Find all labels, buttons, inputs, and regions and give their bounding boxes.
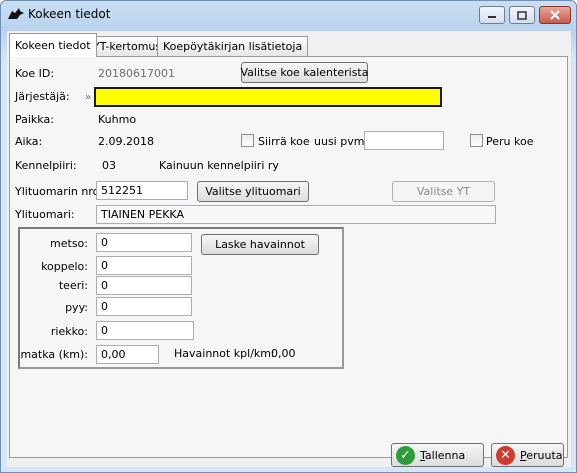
- tallenna-button[interactable]: ✓ Tallenna: [391, 443, 484, 467]
- minimize-icon: [488, 16, 496, 18]
- ylituomari-nro-label: Ylituomarin nro:: [15, 185, 104, 198]
- observations-group: metso: 0 Laske havainnot koppelo: 0 teer…: [18, 227, 344, 369]
- jarjestaja-field[interactable]: [94, 87, 442, 107]
- button-label: Valitse koe kalenterista: [240, 66, 369, 79]
- ylituomari-field[interactable]: TIAINEN PEKKA: [96, 205, 496, 224]
- title-bar[interactable]: Kokeen tiedot: [1, 1, 576, 29]
- minimize-button[interactable]: [479, 6, 505, 24]
- teeri-label: teeri:: [58, 279, 88, 292]
- valitse-koe-button[interactable]: Valitse koe kalenterista: [241, 62, 368, 83]
- button-label: Laske havainnot: [215, 238, 305, 251]
- dialog-client-area: Kokeen tiedot YT-kertomus Koepöytäkirjan…: [7, 31, 571, 467]
- peru-koe-checkbox[interactable]: [470, 134, 483, 147]
- kennelpiiri-label: Kennelpiiri:: [15, 159, 77, 172]
- matka-label: matka (km):: [20, 348, 88, 361]
- aika-value: 2.09.2018: [98, 135, 154, 148]
- close-icon: [550, 10, 560, 20]
- tab-koepoytakirjan-lisatietoja[interactable]: Koepöytäkirjan lisätietoja: [157, 36, 309, 56]
- ylituomari-label: Ylituomari:: [15, 208, 75, 221]
- riekko-label: riekko:: [50, 325, 88, 338]
- dog-icon: [8, 8, 24, 19]
- valitse-ylituomari-button[interactable]: Valitse ylituomari: [197, 181, 309, 202]
- tab-kokeen-tiedot[interactable]: Kokeen tiedot: [9, 33, 97, 57]
- metso-label: metso:: [50, 237, 88, 250]
- teeri-field[interactable]: 0: [96, 276, 192, 295]
- close-button[interactable]: [539, 6, 571, 24]
- dialog-window: Kokeen tiedot Kokeen tiedot YT-kertomus …: [0, 0, 577, 473]
- koe-id-label: Koe ID:: [15, 67, 55, 80]
- peru-koe-label: Peru koe: [486, 135, 534, 148]
- tab-label: YT-kertomus: [93, 40, 162, 53]
- metso-field[interactable]: 0: [96, 233, 192, 252]
- koppelo-label: koppelo:: [41, 260, 88, 273]
- peruuta-button[interactable]: ✕ Peruuta: [491, 443, 564, 467]
- paikka-value: Kuhmo: [98, 113, 137, 126]
- cancel-icon: ✕: [496, 446, 515, 465]
- ylituomari-nro-field[interactable]: 512251: [96, 181, 188, 200]
- tab-label: Koepöytäkirjan lisätietoja: [163, 40, 303, 53]
- pyy-label: pyy:: [65, 301, 88, 314]
- button-label: Valitse ylituomari: [205, 185, 301, 198]
- jarjestaja-label: Järjestäjä:: [15, 90, 70, 103]
- laske-havainnot-button[interactable]: Laske havainnot: [201, 234, 319, 255]
- uusi-pvm-field[interactable]: [364, 131, 444, 150]
- koppelo-field[interactable]: 0: [96, 256, 192, 275]
- siirra-koe-label: Siirrä koe: [258, 135, 310, 148]
- aika-label: Aika:: [15, 135, 43, 148]
- required-marker: »: [85, 92, 92, 103]
- kennelpiiri-number: 03: [102, 159, 116, 172]
- maximize-button[interactable]: [509, 6, 535, 24]
- button-label: Peruuta: [520, 449, 563, 462]
- riekko-field[interactable]: 0: [96, 321, 194, 340]
- button-label: Valitse YT: [416, 185, 471, 198]
- paikka-label: Paikka:: [15, 113, 54, 126]
- uusi-pvm-label: uusi pvm:: [314, 135, 369, 148]
- checkmark-icon: ✓: [396, 446, 415, 465]
- tab-yt-kertomus[interactable]: YT-kertomus: [87, 36, 168, 56]
- kennelpiiri-name: Kainuun kennelpiiri ry: [159, 159, 279, 172]
- maximize-icon: [517, 10, 527, 20]
- havainnot-label: Havainnot kpl/km:: [174, 347, 275, 360]
- tab-panel-kokeen-tiedot: Koe ID: 20180617001 Valitse koe kalenter…: [9, 56, 568, 458]
- tab-label: Kokeen tiedot: [15, 39, 91, 52]
- pyy-field[interactable]: 0: [96, 297, 192, 316]
- window-title: Kokeen tiedot: [28, 7, 111, 21]
- button-label: Tallenna: [420, 449, 465, 462]
- valitse-yt-button[interactable]: Valitse YT: [392, 181, 495, 202]
- matka-field[interactable]: 0,00: [96, 345, 159, 364]
- label-rest: allenna: [424, 448, 466, 462]
- koe-id-value: 20180617001: [98, 67, 175, 80]
- siirra-koe-checkbox[interactable]: [241, 134, 254, 147]
- havainnot-value: 0,00: [271, 347, 296, 360]
- label-rest: eruuta: [526, 448, 563, 462]
